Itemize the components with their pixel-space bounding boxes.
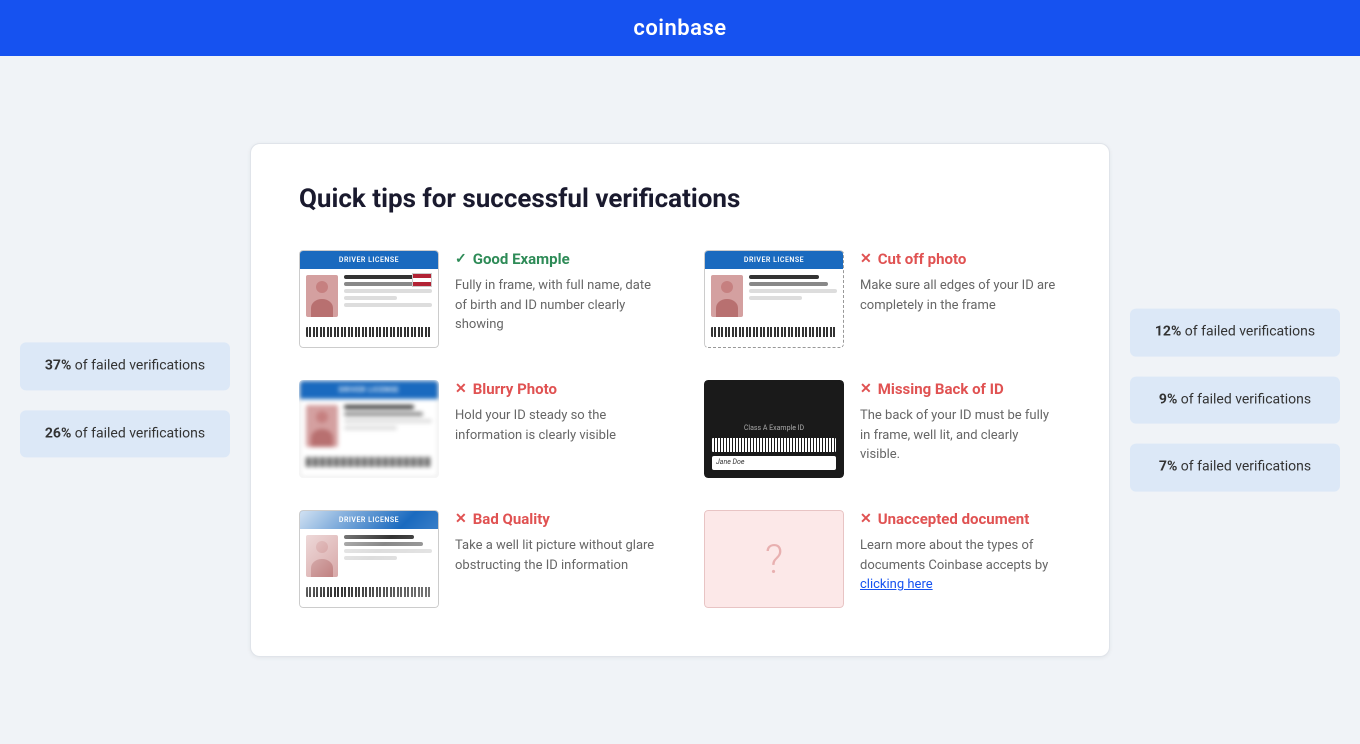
- tip-icon-unaccepted: ✕: [860, 511, 872, 527]
- tip-title-back: Missing Back of ID: [878, 380, 1004, 398]
- tip-title-row-unaccepted: ✕ Unaccepted document: [860, 510, 1061, 528]
- tip-title-row-bad: ✕ Bad Quality: [455, 510, 656, 528]
- id-photo-good: [306, 275, 338, 317]
- tip-title-blurry: Blurry Photo: [473, 380, 557, 398]
- tip-icon-back: ✕: [860, 381, 872, 397]
- id-header-cutoff: DRIVER LICENSE: [705, 251, 843, 269]
- right-badge-2: 9% of failed verifications: [1130, 376, 1340, 424]
- left-badge-2-label: of failed verifications: [75, 425, 205, 441]
- id-back-sig: [712, 456, 836, 470]
- tip-icon-cutoff: ✕: [860, 251, 872, 267]
- id-info-blurry: [344, 405, 432, 447]
- id-barcode-good: [306, 327, 432, 337]
- right-badge-3-percent: 7%: [1159, 459, 1177, 475]
- tip-content-back: ✕ Missing Back of ID The back of your ID…: [860, 380, 1061, 465]
- right-badge-3-label: of failed verifications: [1181, 459, 1311, 475]
- left-badge-2: 26% of failed verifications: [20, 410, 230, 458]
- tip-icon-bad: ✕: [455, 511, 467, 527]
- tip-missing-back: Class A Example ID ✕ Missing Back of ID …: [704, 380, 1061, 478]
- tip-image-back: Class A Example ID: [704, 380, 844, 478]
- tips-card: Quick tips for successful verifications …: [250, 143, 1110, 657]
- tip-good-example: DRIVER LICENSE: [299, 250, 656, 348]
- id-barcode-blurry: [306, 457, 432, 467]
- tip-title-cutoff: Cut off photo: [878, 250, 967, 268]
- right-badge-1: 12% of failed verifications: [1130, 309, 1340, 357]
- id-back-barcode: [712, 438, 836, 452]
- tip-desc-good: Fully in frame, with full name, date of …: [455, 276, 656, 335]
- tip-content-cutoff: ✕ Cut off photo Make sure all edges of y…: [860, 250, 1061, 315]
- id-photo-blurry: [306, 405, 338, 447]
- tip-title-good: Good Example: [473, 250, 570, 268]
- clicking-here-link[interactable]: clicking here: [860, 577, 933, 592]
- tip-content-good: ✓ Good Example Fully in frame, with full…: [455, 250, 656, 335]
- id-header-blurry: DRIVER LICENSE: [300, 381, 438, 399]
- left-badges: 37% of failed verifications 26% of faile…: [20, 342, 230, 457]
- tip-content-bad: ✕ Bad Quality Take a well lit picture wi…: [455, 510, 656, 575]
- id-barcode-bad: [306, 587, 432, 597]
- right-badge-1-label: of failed verifications: [1185, 324, 1315, 340]
- tip-desc-blurry: Hold your ID steady so the information i…: [455, 406, 656, 445]
- id-photo-cutoff: [711, 275, 743, 317]
- tip-desc-cutoff: Make sure all edges of your ID are compl…: [860, 276, 1061, 315]
- id-info-bad: [344, 535, 432, 577]
- tip-desc-back: The back of your ID must be fully in fra…: [860, 406, 1061, 465]
- tip-image-blurry: DRIVER LICENSE: [299, 380, 439, 478]
- tip-title-row-blurry: ✕ Blurry Photo: [455, 380, 656, 398]
- tip-blurry: DRIVER LICENSE: [299, 380, 656, 478]
- tip-image-unknown: ?: [704, 510, 844, 608]
- right-badge-2-percent: 9%: [1159, 391, 1177, 407]
- tip-bad-quality: DRIVER LICENSE: [299, 510, 656, 608]
- id-info-cutoff: [749, 275, 837, 317]
- main-content: 37% of failed verifications 26% of faile…: [0, 56, 1360, 744]
- right-badge-1-percent: 12%: [1155, 324, 1181, 340]
- id-header-bad: DRIVER LICENSE: [300, 511, 438, 529]
- tip-title-bad: Bad Quality: [473, 510, 550, 528]
- tip-icon-good: ✓: [455, 251, 467, 267]
- right-badge-3: 7% of failed verifications: [1130, 444, 1340, 492]
- tip-image-bad: DRIVER LICENSE: [299, 510, 439, 608]
- id-header-good: DRIVER LICENSE: [300, 251, 438, 269]
- tip-desc-bad: Take a well lit picture without glare ob…: [455, 536, 656, 575]
- tip-image-good: DRIVER LICENSE: [299, 250, 439, 348]
- id-photo-bad: [306, 535, 338, 577]
- id-flag-good: [412, 273, 432, 287]
- right-badge-2-label: of failed verifications: [1181, 391, 1311, 407]
- tip-desc-unaccepted: Learn more about the types of documents …: [860, 536, 1061, 595]
- tip-title-unaccepted: Unaccepted document: [878, 510, 1030, 528]
- left-badge-1: 37% of failed verifications: [20, 342, 230, 390]
- left-badge-1-percent: 37%: [45, 357, 71, 373]
- tip-icon-blurry: ✕: [455, 381, 467, 397]
- left-badge-2-percent: 26%: [45, 425, 71, 441]
- id-barcode-cutoff: [711, 327, 837, 337]
- tip-image-cutoff: DRIVER LICENSE: [704, 250, 844, 348]
- app-header: coinbase: [0, 0, 1360, 56]
- card-title: Quick tips for successful verifications: [299, 184, 1061, 214]
- question-mark-icon: ?: [765, 536, 783, 583]
- id-back-label: Class A Example ID: [712, 424, 836, 432]
- tip-cutoff: DRIVER LICENSE: [704, 250, 1061, 348]
- tip-content-unaccepted: ✕ Unaccepted document Learn more about t…: [860, 510, 1061, 595]
- left-badge-1-label: of failed verifications: [75, 357, 205, 373]
- coinbase-logo: coinbase: [633, 16, 726, 41]
- tip-title-row-back: ✕ Missing Back of ID: [860, 380, 1061, 398]
- right-badges: 12% of failed verifications 9% of failed…: [1130, 309, 1340, 492]
- tip-content-blurry: ✕ Blurry Photo Hold your ID steady so th…: [455, 380, 656, 445]
- tip-unaccepted: ? ✕ Unaccepted document Learn more about…: [704, 510, 1061, 608]
- tip-title-row-good: ✓ Good Example: [455, 250, 656, 268]
- tips-grid: DRIVER LICENSE: [299, 250, 1061, 608]
- tip-title-row-cutoff: ✕ Cut off photo: [860, 250, 1061, 268]
